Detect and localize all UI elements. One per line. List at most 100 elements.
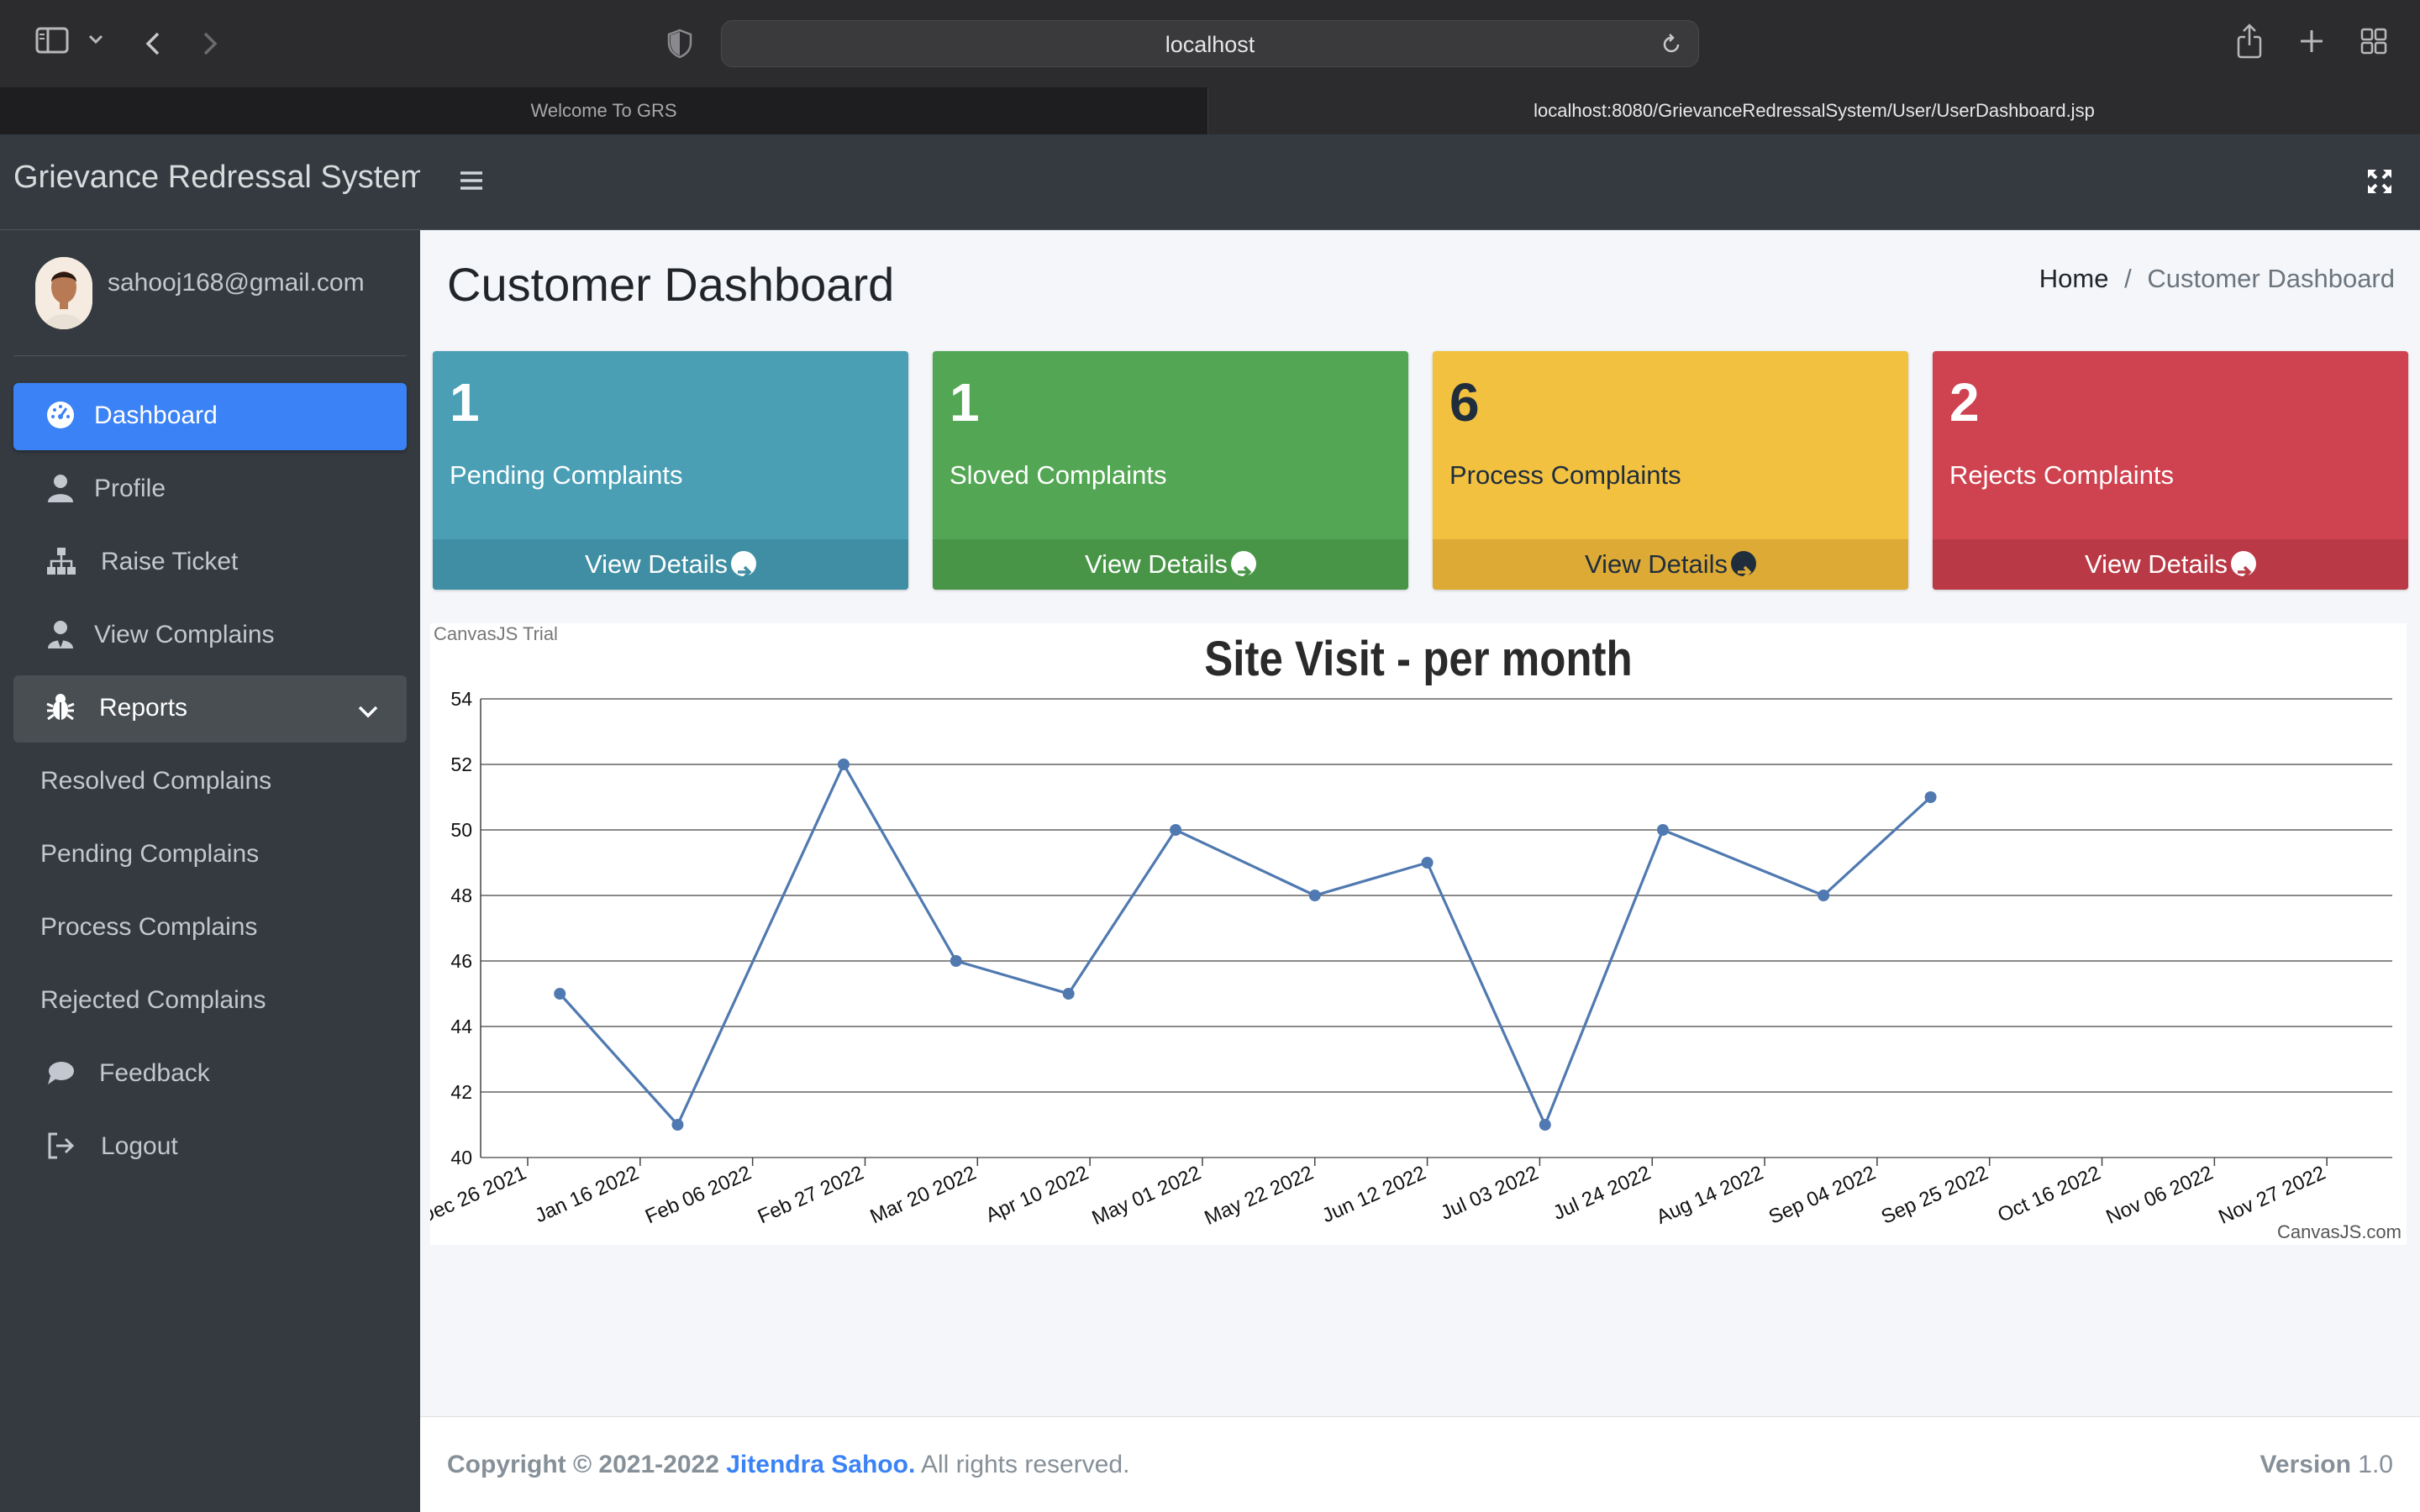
sidebar-toggle-icon[interactable] — [34, 27, 71, 60]
series-line — [559, 761, 1932, 1129]
sidebar-item-label: Feedback — [99, 1059, 210, 1087]
data-point — [950, 955, 962, 967]
version-number: 1.0 — [2358, 1451, 2393, 1478]
y-tick-label: 52 — [450, 753, 472, 775]
address-bar[interactable]: localhost — [721, 20, 1699, 67]
process-complaints-box: 6 Process Complaints View Details — [1433, 351, 1908, 590]
sidebar-item-profile[interactable]: Profile — [13, 456, 407, 523]
chart-title: Site Visit - per month — [1204, 632, 1632, 686]
solved-complaints-box: 1 Sloved Complaints View Details — [933, 351, 1408, 590]
arrow-circle-right-icon — [1231, 550, 1256, 579]
browser-tab-dashboard[interactable]: localhost:8080/GrievanceRedressalSystem/… — [1208, 87, 2420, 134]
x-tick-label: Aug 14 2022 — [1653, 1162, 1766, 1229]
sitemap-icon — [45, 546, 79, 580]
y-tick-label: 46 — [450, 950, 472, 972]
data-point — [837, 759, 850, 770]
hamburger-icon[interactable] — [459, 168, 487, 197]
sidebar-item-label: Reports — [99, 694, 188, 722]
y-tick-label: 44 — [450, 1016, 472, 1037]
x-tick-label: Feb 27 2022 — [755, 1162, 867, 1228]
stat-label: Sloved Complaints — [950, 460, 1167, 490]
tab-overview-icon[interactable] — [2360, 27, 2390, 57]
view-details-label: View Details — [1084, 549, 1228, 579]
chart-watermark-top: CanvasJS Trial — [434, 623, 558, 644]
user-panel: sahooj168@gmail.com — [13, 230, 407, 356]
data-point — [1656, 824, 1669, 836]
version-label: Version — [2260, 1451, 2351, 1478]
sidebar-item-reports[interactable]: Reports — [13, 675, 407, 743]
view-details-link[interactable]: View Details — [1433, 539, 1908, 590]
bug-icon — [45, 692, 79, 726]
avatar[interactable] — [35, 257, 92, 329]
breadcrumb-home-link[interactable]: Home — [2039, 264, 2109, 293]
sidebar-item-process-complains[interactable]: Process Complains — [13, 895, 407, 962]
forward-icon[interactable] — [200, 27, 225, 60]
sidebar-item-feedback[interactable]: Feedback — [13, 1041, 407, 1108]
sidebar-item-dashboard[interactable]: Dashboard — [13, 383, 407, 450]
y-tick-label: 50 — [450, 819, 472, 841]
view-details-label: View Details — [584, 549, 728, 579]
sidebar-item-view-complains[interactable]: View Complains — [13, 602, 407, 669]
arrow-circle-right-icon — [731, 550, 756, 579]
stat-count: 6 — [1449, 372, 1480, 433]
site-visit-chart: CanvasJS Trial CanvasJS.com Site Visit - p… — [416, 623, 2402, 1242]
page-title: Customer Dashboard — [447, 258, 895, 311]
stat-label: Pending Complaints — [450, 460, 683, 490]
breadcrumb-current: Customer Dashboard — [2147, 264, 2395, 293]
x-tick-label: Jun 12 2022 — [1318, 1162, 1429, 1227]
view-details-link[interactable]: View Details — [1933, 539, 2408, 590]
share-icon[interactable] — [2235, 24, 2265, 60]
sidebar-item-label: Rejected Complains — [40, 986, 266, 1014]
sidebar-item-rejected-complains[interactable]: Rejected Complains — [13, 968, 407, 1035]
x-tick-label: Jul 24 2022 — [1549, 1162, 1654, 1225]
y-tick-label: 48 — [450, 885, 472, 906]
view-details-label: View Details — [2084, 549, 2228, 579]
data-point — [1308, 890, 1321, 901]
sidebar-item-pending-complains[interactable]: Pending Complains — [13, 822, 407, 889]
new-tab-icon[interactable] — [2297, 27, 2328, 57]
stat-count: 1 — [950, 372, 980, 433]
brand-link[interactable]: Grievance Redressal System — [0, 134, 427, 230]
breadcrumb-separator: / — [2124, 264, 2132, 293]
browser-toolbar: localhost — [0, 0, 2420, 87]
shield-icon[interactable] — [667, 29, 694, 59]
rights-text: All rights reserved. — [920, 1451, 1130, 1478]
footer-copyright: Copyright © 2021-2022 Jitendra Sahoo. Al… — [447, 1451, 1129, 1479]
x-tick-label: Apr 10 2022 — [982, 1162, 1092, 1227]
arrow-circle-right-icon — [2231, 550, 2256, 579]
view-details-link[interactable]: View Details — [933, 539, 1408, 590]
view-details-link[interactable]: View Details — [433, 539, 908, 590]
back-icon[interactable] — [143, 27, 168, 60]
arrow-circle-right-icon — [1731, 550, 1756, 579]
sidebar-item-label: Resolved Complains — [40, 767, 272, 795]
sign-out-icon — [45, 1131, 79, 1164]
browser-tab-welcome[interactable]: Welcome To GRS — [0, 87, 1208, 134]
footer-version: Version 1.0 — [2260, 1451, 2393, 1479]
y-tick-label: 54 — [450, 688, 472, 710]
user-icon — [45, 473, 79, 507]
author-link[interactable]: Jitendra Sahoo. — [726, 1451, 915, 1478]
x-tick-label: Jul 03 2022 — [1437, 1162, 1541, 1225]
sidebar-item-logout[interactable]: Logout — [13, 1114, 407, 1181]
sidebar-item-label: Pending Complains — [40, 840, 260, 868]
chart-container: CanvasJS Trial CanvasJS.com Site Visit - p… — [416, 623, 2407, 1245]
comment-icon — [45, 1058, 79, 1091]
sidebar-item-label: Profile — [94, 475, 166, 502]
sidebar-item-label: Process Complains — [40, 913, 258, 941]
copyright-text: Copyright © 2021-2022 — [447, 1451, 719, 1478]
view-details-label: View Details — [1584, 549, 1728, 579]
pending-complaints-box: 1 Pending Complaints View Details — [433, 351, 908, 590]
sidebar-item-resolved-complains[interactable]: Resolved Complains — [13, 748, 407, 816]
chevron-down-icon[interactable] — [87, 34, 106, 52]
sidebar: Grievance Redressal System sahooj168@gma… — [0, 134, 427, 1512]
x-tick-label: Feb 06 2022 — [642, 1162, 755, 1228]
reload-icon[interactable] — [1660, 33, 1685, 58]
x-tick-label: Sep 25 2022 — [1878, 1162, 1991, 1229]
data-point — [1924, 791, 1937, 803]
stat-label: Rejects Complaints — [1949, 460, 2175, 490]
chart-watermark-bottom: CanvasJS.com — [2277, 1221, 2402, 1242]
user-email[interactable]: sahooj168@gmail.com — [108, 269, 365, 297]
data-point — [1539, 1119, 1551, 1131]
fullscreen-icon[interactable] — [2366, 168, 2395, 197]
sidebar-item-raise-ticket[interactable]: Raise Ticket — [13, 529, 407, 596]
